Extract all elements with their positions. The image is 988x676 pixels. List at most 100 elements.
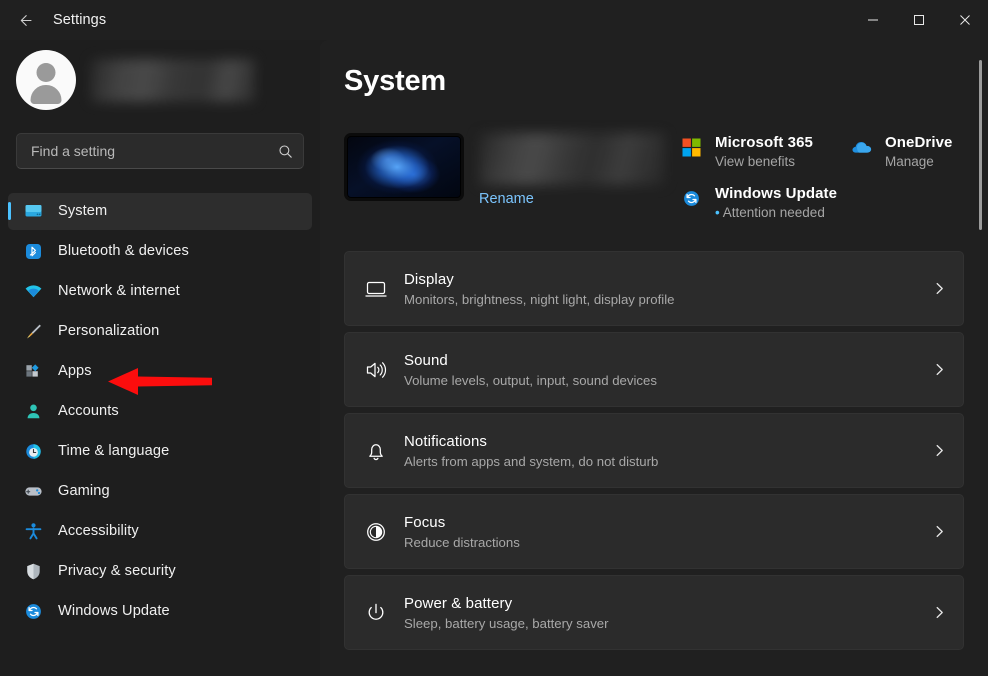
chevron-right-icon [932, 443, 947, 458]
sidebar-item-label: Accounts [58, 403, 119, 419]
sidebar-item-bluetooth-devices[interactable]: Bluetooth & devices [8, 233, 312, 270]
sidebar-item-privacy-security[interactable]: Privacy & security [8, 553, 312, 590]
card-subtitle: Monitors, brightness, night light, displ… [404, 291, 675, 307]
service-windows-update[interactable]: Windows Update • Attention needed [680, 185, 988, 220]
service-text: Microsoft 365 View benefits [715, 134, 813, 169]
card-title: Focus [404, 513, 446, 531]
maximize-button[interactable] [896, 0, 942, 40]
minimize-button[interactable] [850, 0, 896, 40]
search-placeholder: Find a setting [31, 143, 116, 159]
device-name-redacted [479, 133, 665, 185]
chevron-right-icon [932, 605, 947, 620]
card-subtitle: Alerts from apps and system, do not dist… [404, 453, 659, 469]
back-arrow-icon [20, 14, 32, 26]
service-onedrive[interactable]: OneDrive Manage [850, 134, 988, 169]
vertical-scrollbar[interactable] [979, 60, 982, 230]
user-profile[interactable] [0, 49, 320, 111]
sidebar-item-label: Network & internet [58, 283, 180, 299]
chevron-right-icon [932, 524, 947, 539]
sidebar-item-label: System [58, 203, 108, 219]
back-button[interactable] [8, 5, 42, 35]
service-tiles: Microsoft 365 View benefits OneDrive Man… [680, 133, 988, 220]
display-icon [359, 277, 393, 301]
service-row-top: Microsoft 365 View benefits OneDrive Man… [680, 134, 988, 169]
service-subtitle-wrap: • Attention needed [715, 205, 837, 220]
minimize-icon [868, 19, 878, 21]
maximize-icon [914, 15, 924, 25]
sidebar-item-gaming[interactable]: Gaming [8, 473, 312, 510]
card-subtitle: Reduce distractions [404, 534, 520, 550]
sound-icon [359, 358, 393, 382]
shield-icon [23, 561, 43, 581]
avatar-head [36, 63, 56, 82]
sidebar: Find a setting System Bluetooth & device… [0, 40, 320, 676]
sidebar-item-label: Personalization [58, 323, 160, 339]
card-sound[interactable]: Sound Volume levels, output, input, soun… [344, 332, 964, 407]
onedrive-cloud-icon [850, 136, 872, 158]
sidebar-item-label: Apps [58, 363, 92, 379]
avatar [16, 50, 76, 110]
window-body: Find a setting System Bluetooth & device… [0, 40, 988, 676]
card-title: Sound [404, 351, 448, 369]
card-text: Sound Volume levels, output, input, soun… [404, 352, 657, 388]
sidebar-item-label: Privacy & security [58, 563, 176, 579]
sidebar-item-label: Accessibility [58, 523, 139, 539]
focus-icon [359, 520, 393, 544]
account-name-redacted [91, 58, 255, 102]
service-microsoft-365[interactable]: Microsoft 365 View benefits [680, 134, 850, 169]
settings-cards: Display Monitors, brightness, night ligh… [344, 251, 988, 650]
sync-icon [680, 187, 702, 209]
close-icon [960, 15, 970, 25]
sidebar-item-accessibility[interactable]: Accessibility [8, 513, 312, 550]
settings-window: Settings Find a setting System Bluetooth… [0, 0, 988, 676]
sidebar-item-accounts[interactable]: Accounts [8, 393, 312, 430]
rename-button[interactable]: Rename [479, 191, 665, 207]
avatar-shoulders [30, 85, 62, 104]
card-notifications[interactable]: Notifications Alerts from apps and syste… [344, 413, 964, 488]
page-title: System [344, 65, 446, 97]
sidebar-item-label: Gaming [58, 483, 110, 499]
card-power-battery[interactable]: Power & battery Sleep, battery usage, ba… [344, 575, 964, 650]
apps-icon [23, 361, 43, 381]
card-text: Power & battery Sleep, battery usage, ba… [404, 595, 609, 631]
card-display[interactable]: Display Monitors, brightness, night ligh… [344, 251, 964, 326]
sidebar-item-time-language[interactable]: Time & language [8, 433, 312, 470]
accessibility-icon [23, 521, 43, 541]
service-title: OneDrive [885, 134, 953, 151]
title-bar: Settings [0, 0, 988, 40]
service-title: Windows Update [715, 185, 838, 202]
card-subtitle: Sleep, battery usage, battery saver [404, 615, 609, 631]
close-button[interactable] [942, 0, 988, 40]
service-subtitle: View benefits [715, 154, 796, 169]
service-subtitle: Attention needed [722, 205, 825, 220]
sidebar-item-system[interactable]: System [8, 192, 312, 230]
wifi-icon [23, 281, 43, 301]
clock-globe-icon [23, 441, 43, 461]
search-input[interactable]: Find a setting [16, 133, 304, 169]
service-title: Microsoft 365 [715, 134, 813, 151]
service-text: OneDrive Manage [885, 134, 953, 169]
sidebar-item-windows-update[interactable]: Windows Update [8, 593, 312, 630]
service-subtitle: Manage [885, 154, 934, 169]
sidebar-item-network-internet[interactable]: Network & internet [8, 273, 312, 310]
sidebar-item-personalization[interactable]: Personalization [8, 313, 312, 350]
bluetooth-icon [23, 241, 43, 261]
card-focus[interactable]: Focus Reduce distractions [344, 494, 964, 569]
window-controls [850, 0, 988, 40]
sidebar-nav: System Bluetooth & devices Network & int… [0, 191, 320, 631]
window-title: Settings [53, 12, 107, 28]
service-text: Windows Update • Attention needed [715, 185, 837, 220]
sidebar-item-label: Windows Update [58, 603, 170, 619]
content-pane: System Rename Microsoft 365 View benefit… [320, 40, 988, 676]
card-text: Focus Reduce distractions [404, 514, 520, 550]
card-title: Notifications [404, 432, 488, 450]
monitor-icon [23, 201, 43, 221]
device-summary: Rename Microsoft 365 View benefits OneDr… [344, 133, 988, 220]
search-icon [278, 144, 293, 159]
attention-dot: • [715, 205, 720, 220]
card-text: Display Monitors, brightness, night ligh… [404, 271, 674, 307]
sync-icon [23, 601, 43, 621]
sidebar-item-apps[interactable]: Apps [8, 353, 312, 390]
gamepad-icon [23, 481, 43, 501]
power-icon [359, 601, 393, 625]
